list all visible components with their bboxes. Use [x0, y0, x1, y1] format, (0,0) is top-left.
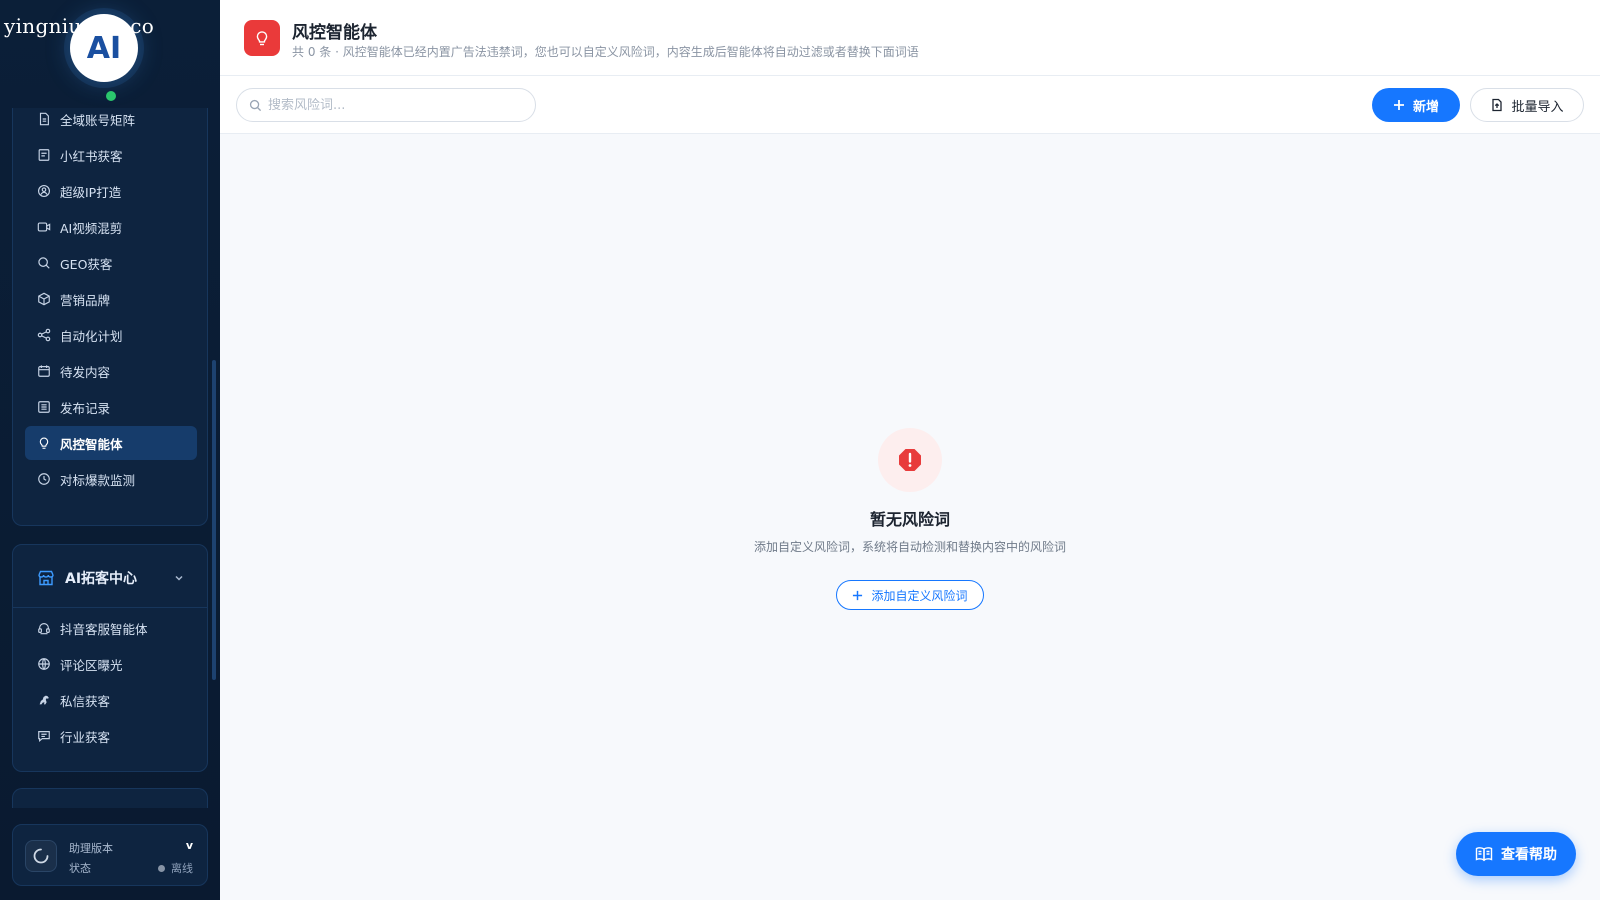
add-button-label: 新增	[1412, 99, 1439, 115]
sidebar-item-ai-video[interactable]: AI视频混剪	[25, 210, 197, 244]
sidebar-item-account-matrix[interactable]: 全域账号矩阵	[25, 102, 197, 136]
search-icon	[249, 99, 262, 111]
chat-icon	[38, 731, 50, 743]
sidebar-item-xiaohongshu[interactable]: 小红书获客	[25, 138, 197, 172]
empty-state-description: 添加自定义风险词，系统将自动检测和替换内容中的风险词	[753, 540, 1066, 554]
sidebar-item-dm-leads[interactable]: 私信获客	[25, 683, 197, 717]
calendar-icon	[38, 365, 50, 377]
sidebar-group-title: AI拓客中心	[65, 571, 138, 587]
globe-icon	[38, 658, 50, 670]
user-badge-icon	[38, 185, 50, 197]
add-button[interactable]: 新增	[1372, 88, 1460, 122]
add-custom-risk-word-label: 添加自定义风险词	[871, 588, 968, 603]
status-text: 离线	[171, 862, 193, 875]
empty-state: 暂无风险词 添加自定义风险词，系统将自动检测和替换内容中的风险词 添加自定义风险…	[220, 134, 1600, 900]
sidebar-item-publish-log[interactable]: 发布记录	[25, 390, 197, 424]
status-avatar	[25, 840, 57, 872]
divider	[13, 607, 207, 608]
lightbulb-icon	[256, 31, 268, 46]
sidebar-item-label: 私信获客	[60, 693, 111, 709]
video-icon	[37, 222, 51, 232]
sidebar-item-label: 风控智能体	[60, 436, 123, 452]
help-button-label: 查看帮助	[1501, 847, 1557, 863]
book-icon	[38, 149, 50, 161]
sidebar-item-geo[interactable]: GEO获客	[25, 246, 197, 280]
add-custom-risk-word-button[interactable]: 添加自定义风险词	[836, 580, 984, 610]
sidebar-scrollbar[interactable]	[212, 360, 216, 680]
assistant-status-label: 状态	[69, 862, 91, 875]
sidebar-item-label: 对标爆款监测	[60, 472, 136, 488]
offline-dot	[158, 864, 165, 872]
sidebar-item-industry-leads[interactable]: 行业获客	[25, 719, 197, 753]
horse-icon	[39, 695, 49, 705]
sidebar-item-label: 全域账号矩阵	[60, 112, 136, 128]
sidebar-item-brand[interactable]: 营销品牌	[25, 282, 197, 316]
sidebar-item-comment-exposure[interactable]: 评论区曝光	[25, 647, 197, 681]
sidebar-item-label: 小红书获客	[60, 148, 123, 164]
sidebar-item-pending[interactable]: 待发内容	[25, 354, 197, 388]
sidebar-item-risk-agent[interactable]: 风控智能体	[25, 426, 197, 460]
assistant-status-card[interactable]: 助理版本 v 状态 离线	[12, 824, 208, 886]
share-icon	[37, 328, 51, 342]
sidebar: yingniu.10v.co AI 全域账号矩阵 小红书获客 超级IP打造 AI…	[0, 0, 220, 900]
sidebar-item-label: 超级IP打造	[60, 184, 122, 200]
plus-icon	[853, 590, 863, 600]
headset-icon	[38, 623, 50, 635]
sidebar-item-label: 发布记录	[60, 400, 111, 416]
sidebar-item-label: 行业获客	[60, 729, 111, 745]
book-open-icon	[1475, 847, 1493, 862]
assistant-version-label: 助理版本	[69, 842, 113, 855]
storefront-icon	[38, 570, 54, 586]
sidebar-item-label: 待发内容	[60, 364, 111, 380]
refresh-icon	[38, 473, 50, 485]
search-box[interactable]	[236, 88, 536, 122]
page-subtitle: 共 0 条 · 风控智能体已经内置广告法违禁词，您也可以自定义风险词，内容生成后…	[292, 45, 919, 59]
batch-import-button[interactable]: 批量导入	[1470, 88, 1584, 122]
warning-octagon-icon	[899, 449, 921, 471]
sidebar-item-automation[interactable]: 自动化计划	[25, 318, 197, 352]
sidebar-item-label: 评论区曝光	[60, 657, 123, 673]
search-input[interactable]	[268, 97, 518, 113]
sidebar-item-label: AI视频混剪	[60, 220, 123, 236]
online-status-dot	[106, 91, 116, 101]
list-icon	[38, 401, 50, 413]
sidebar-collapsed-panel	[12, 788, 208, 808]
lightbulb-icon	[39, 437, 49, 449]
toolbar: 新增 批量导入	[220, 76, 1600, 134]
sidebar-item-label: 抖音客服智能体	[60, 621, 148, 637]
cube-icon	[38, 292, 50, 306]
file-upload-icon	[1492, 98, 1503, 112]
sidebar-item-label: 营销品牌	[60, 292, 111, 308]
page-icon	[244, 20, 280, 56]
watermark-text: yingniu.10v.co	[4, 14, 155, 38]
sidebar-item-label: GEO获客	[60, 256, 113, 272]
plus-icon	[1393, 100, 1404, 110]
batch-import-label: 批量导入	[1511, 99, 1564, 115]
main-content: 风控智能体 共 0 条 · 风控智能体已经内置广告法违禁词，您也可以自定义风险词…	[220, 0, 1600, 900]
sidebar-item-super-ip[interactable]: 超级IP打造	[25, 174, 197, 208]
empty-state-icon	[878, 428, 942, 492]
assistant-status-value: 离线	[158, 860, 193, 876]
sidebar-group-panel: AI拓客中心 抖音客服智能体 评论区曝光 私信获客 行业获客	[12, 544, 208, 772]
sidebar-nav-panel: 全域账号矩阵 小红书获客 超级IP打造 AI视频混剪 GEO获客 营销品牌 自动…	[12, 108, 208, 526]
chevron-down-icon	[175, 575, 183, 581]
page-title: 风控智能体	[292, 23, 377, 43]
sidebar-item-benchmark[interactable]: 对标爆款监测	[25, 462, 197, 496]
sidebar-group-header[interactable]: AI拓客中心	[25, 563, 197, 593]
assistant-version-value: v	[185, 839, 193, 852]
help-button[interactable]: 查看帮助	[1456, 832, 1576, 876]
page-header: 风控智能体 共 0 条 · 风控智能体已经内置广告法违禁词，您也可以自定义风险词…	[220, 0, 1600, 76]
search-icon	[38, 257, 50, 269]
empty-state-title: 暂无风险词	[869, 510, 950, 529]
sidebar-item-douyin-cs[interactable]: 抖音客服智能体	[25, 611, 197, 645]
loading-icon	[33, 848, 49, 864]
document-icon	[39, 112, 49, 126]
sidebar-item-label: 自动化计划	[60, 328, 123, 344]
